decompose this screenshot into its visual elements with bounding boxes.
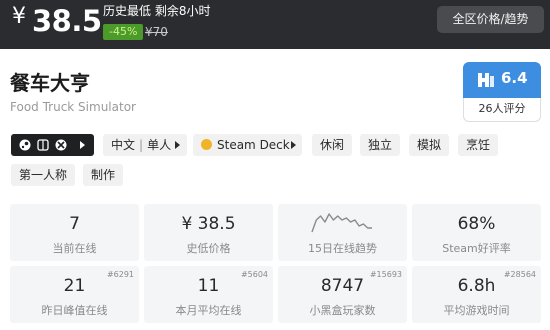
stat-value: 21 xyxy=(63,276,86,296)
stat-value: 8747 xyxy=(320,276,365,296)
stat-steam-rating[interactable]: 68% Steam好评率 xyxy=(412,204,541,261)
switch-icon xyxy=(37,139,49,151)
rating-count: 26人评分 xyxy=(463,98,541,122)
chevron-right-icon xyxy=(175,141,180,149)
genre-tag[interactable]: 独立 xyxy=(360,134,401,156)
stat-value: 11 xyxy=(197,276,220,296)
stat-peak-yesterday[interactable]: #6291 21 昨日峰值在线 xyxy=(10,266,139,323)
genre-tag[interactable]: 第一人称 xyxy=(11,164,76,186)
price-bar: ¥38.5 历史最低 剩余8小时 -45% ¥70 全区价格/趋势 xyxy=(0,0,550,49)
stat-label: Steam好评率 xyxy=(442,242,511,255)
current-price: ¥38.5 xyxy=(12,4,102,38)
stat-value: 6.8h xyxy=(457,276,496,296)
stat-label: 平均游戏时间 xyxy=(443,304,510,317)
stat-current-online[interactable]: 7 当前在线 xyxy=(10,204,139,261)
stat-value: 7 xyxy=(69,214,80,234)
score-card[interactable]: 6.4 26人评分 xyxy=(463,62,541,122)
steam-icon xyxy=(19,139,31,151)
stat-online-trend[interactable]: 15日在线趋势 xyxy=(278,204,407,261)
steam-deck-tag[interactable]: Steam Deck xyxy=(193,134,302,156)
separator: | xyxy=(139,138,144,152)
lowest-price-notice: 历史最低 剩余8小时 xyxy=(103,4,211,18)
game-title: 餐车大亨 xyxy=(10,71,90,95)
online-trend-sparkline xyxy=(311,213,372,233)
price-value: 38.5 xyxy=(32,4,102,38)
discount-badge: -45% xyxy=(103,24,144,40)
heybox-logo-icon xyxy=(478,73,494,87)
game-subtitle: Food Truck Simulator xyxy=(10,100,136,114)
stat-value: 68% xyxy=(457,214,496,234)
chevron-right-icon xyxy=(80,141,85,149)
mode-label: 单人 xyxy=(147,138,172,152)
original-price: ¥70 xyxy=(145,25,168,39)
stat-label: 本月平均在线 xyxy=(175,304,242,317)
stat-heybox-players[interactable]: #15693 8747 小黑盒玩家数 xyxy=(278,266,407,323)
stat-label: 当前在线 xyxy=(52,242,97,255)
platform-tag[interactable] xyxy=(11,134,94,156)
language-label: 中文 xyxy=(111,138,136,152)
genre-tag[interactable]: 烹饪 xyxy=(458,134,499,156)
currency-symbol: ¥ xyxy=(12,4,26,29)
stat-avg-playtime[interactable]: #28564 6.8h 平均游戏时间 xyxy=(412,266,541,323)
stat-label: 15日在线趋势 xyxy=(308,242,377,255)
stat-value: ¥ 38.5 xyxy=(181,214,236,234)
language-mode-tag[interactable]: 中文 | 单人 xyxy=(103,134,187,156)
genre-tag[interactable]: 制作 xyxy=(83,164,124,186)
steam-deck-status-icon xyxy=(201,139,212,150)
stat-label: 小黑盒玩家数 xyxy=(309,304,376,317)
chevron-right-icon xyxy=(291,141,296,149)
stat-label: 史低价格 xyxy=(186,242,231,255)
genre-tag[interactable]: 模拟 xyxy=(409,134,450,156)
score-header: 6.4 xyxy=(463,62,541,98)
region-price-trend-button[interactable]: 全区价格/趋势 xyxy=(437,6,544,33)
steam-deck-label: Steam Deck xyxy=(217,138,290,152)
stat-lowest-price[interactable]: ¥ 38.5 史低价格 xyxy=(144,204,273,261)
genre-tag[interactable]: 休闲 xyxy=(312,134,353,156)
xbox-icon xyxy=(55,139,67,151)
stat-label: 昨日峰值在线 xyxy=(41,304,108,317)
score-value: 6.4 xyxy=(501,69,528,87)
stat-monthly-avg[interactable]: #5604 11 本月平均在线 xyxy=(144,266,273,323)
